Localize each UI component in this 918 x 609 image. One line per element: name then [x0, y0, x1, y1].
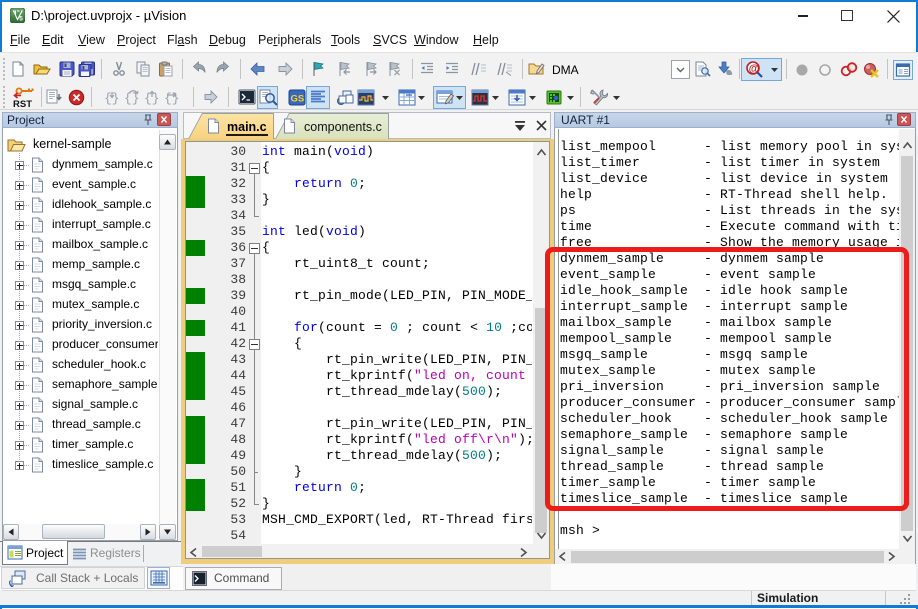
svg-text:RST: RST [13, 99, 32, 109]
svg-text:{}: {} [164, 91, 180, 105]
svg-text:GS: GS [291, 94, 305, 105]
svg-text:5: 5 [19, 16, 23, 23]
